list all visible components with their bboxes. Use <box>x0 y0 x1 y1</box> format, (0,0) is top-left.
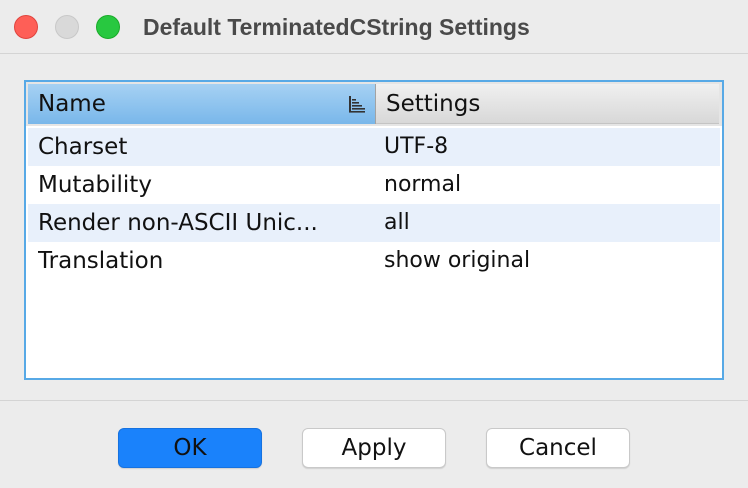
zoom-window-button[interactable] <box>96 15 120 39</box>
row-value[interactable]: normal <box>384 170 461 200</box>
table-row[interactable]: Render non-ASCII Unic... all <box>28 204 720 242</box>
row-value[interactable]: UTF-8 <box>384 132 448 162</box>
dialog-content: Name Settings Charset UTF-8 Mutability n… <box>0 60 748 400</box>
table-header: Name Settings <box>26 82 722 126</box>
column-header-name[interactable]: Name <box>28 84 376 124</box>
cancel-button[interactable]: Cancel <box>486 428 630 468</box>
row-name: Charset <box>38 134 128 160</box>
table-row[interactable]: Mutability normal <box>28 166 720 204</box>
table-row[interactable]: Charset UTF-8 <box>28 128 720 166</box>
window-title: Default TerminatedCString Settings <box>143 14 530 40</box>
row-value[interactable]: all <box>384 208 410 238</box>
minimize-window-button[interactable] <box>55 15 79 39</box>
row-name: Translation <box>38 248 164 274</box>
ok-button[interactable]: OK <box>118 428 262 468</box>
button-divider <box>0 400 748 401</box>
settings-table[interactable]: Name Settings Charset UTF-8 Mutability n… <box>24 80 724 380</box>
row-name: Mutability <box>38 172 152 198</box>
column-header-name-label: Name <box>38 91 106 117</box>
close-window-button[interactable] <box>14 15 38 39</box>
table-row[interactable]: Translation show original <box>28 242 720 280</box>
row-name: Render non-ASCII Unic... <box>38 210 318 236</box>
title-bar: Default TerminatedCString Settings <box>0 0 748 54</box>
column-header-settings[interactable]: Settings <box>376 84 719 124</box>
sort-ascending-icon[interactable] <box>347 94 367 114</box>
column-header-settings-label: Settings <box>386 91 481 117</box>
row-value[interactable]: show original <box>384 246 530 276</box>
apply-button[interactable]: Apply <box>302 428 446 468</box>
